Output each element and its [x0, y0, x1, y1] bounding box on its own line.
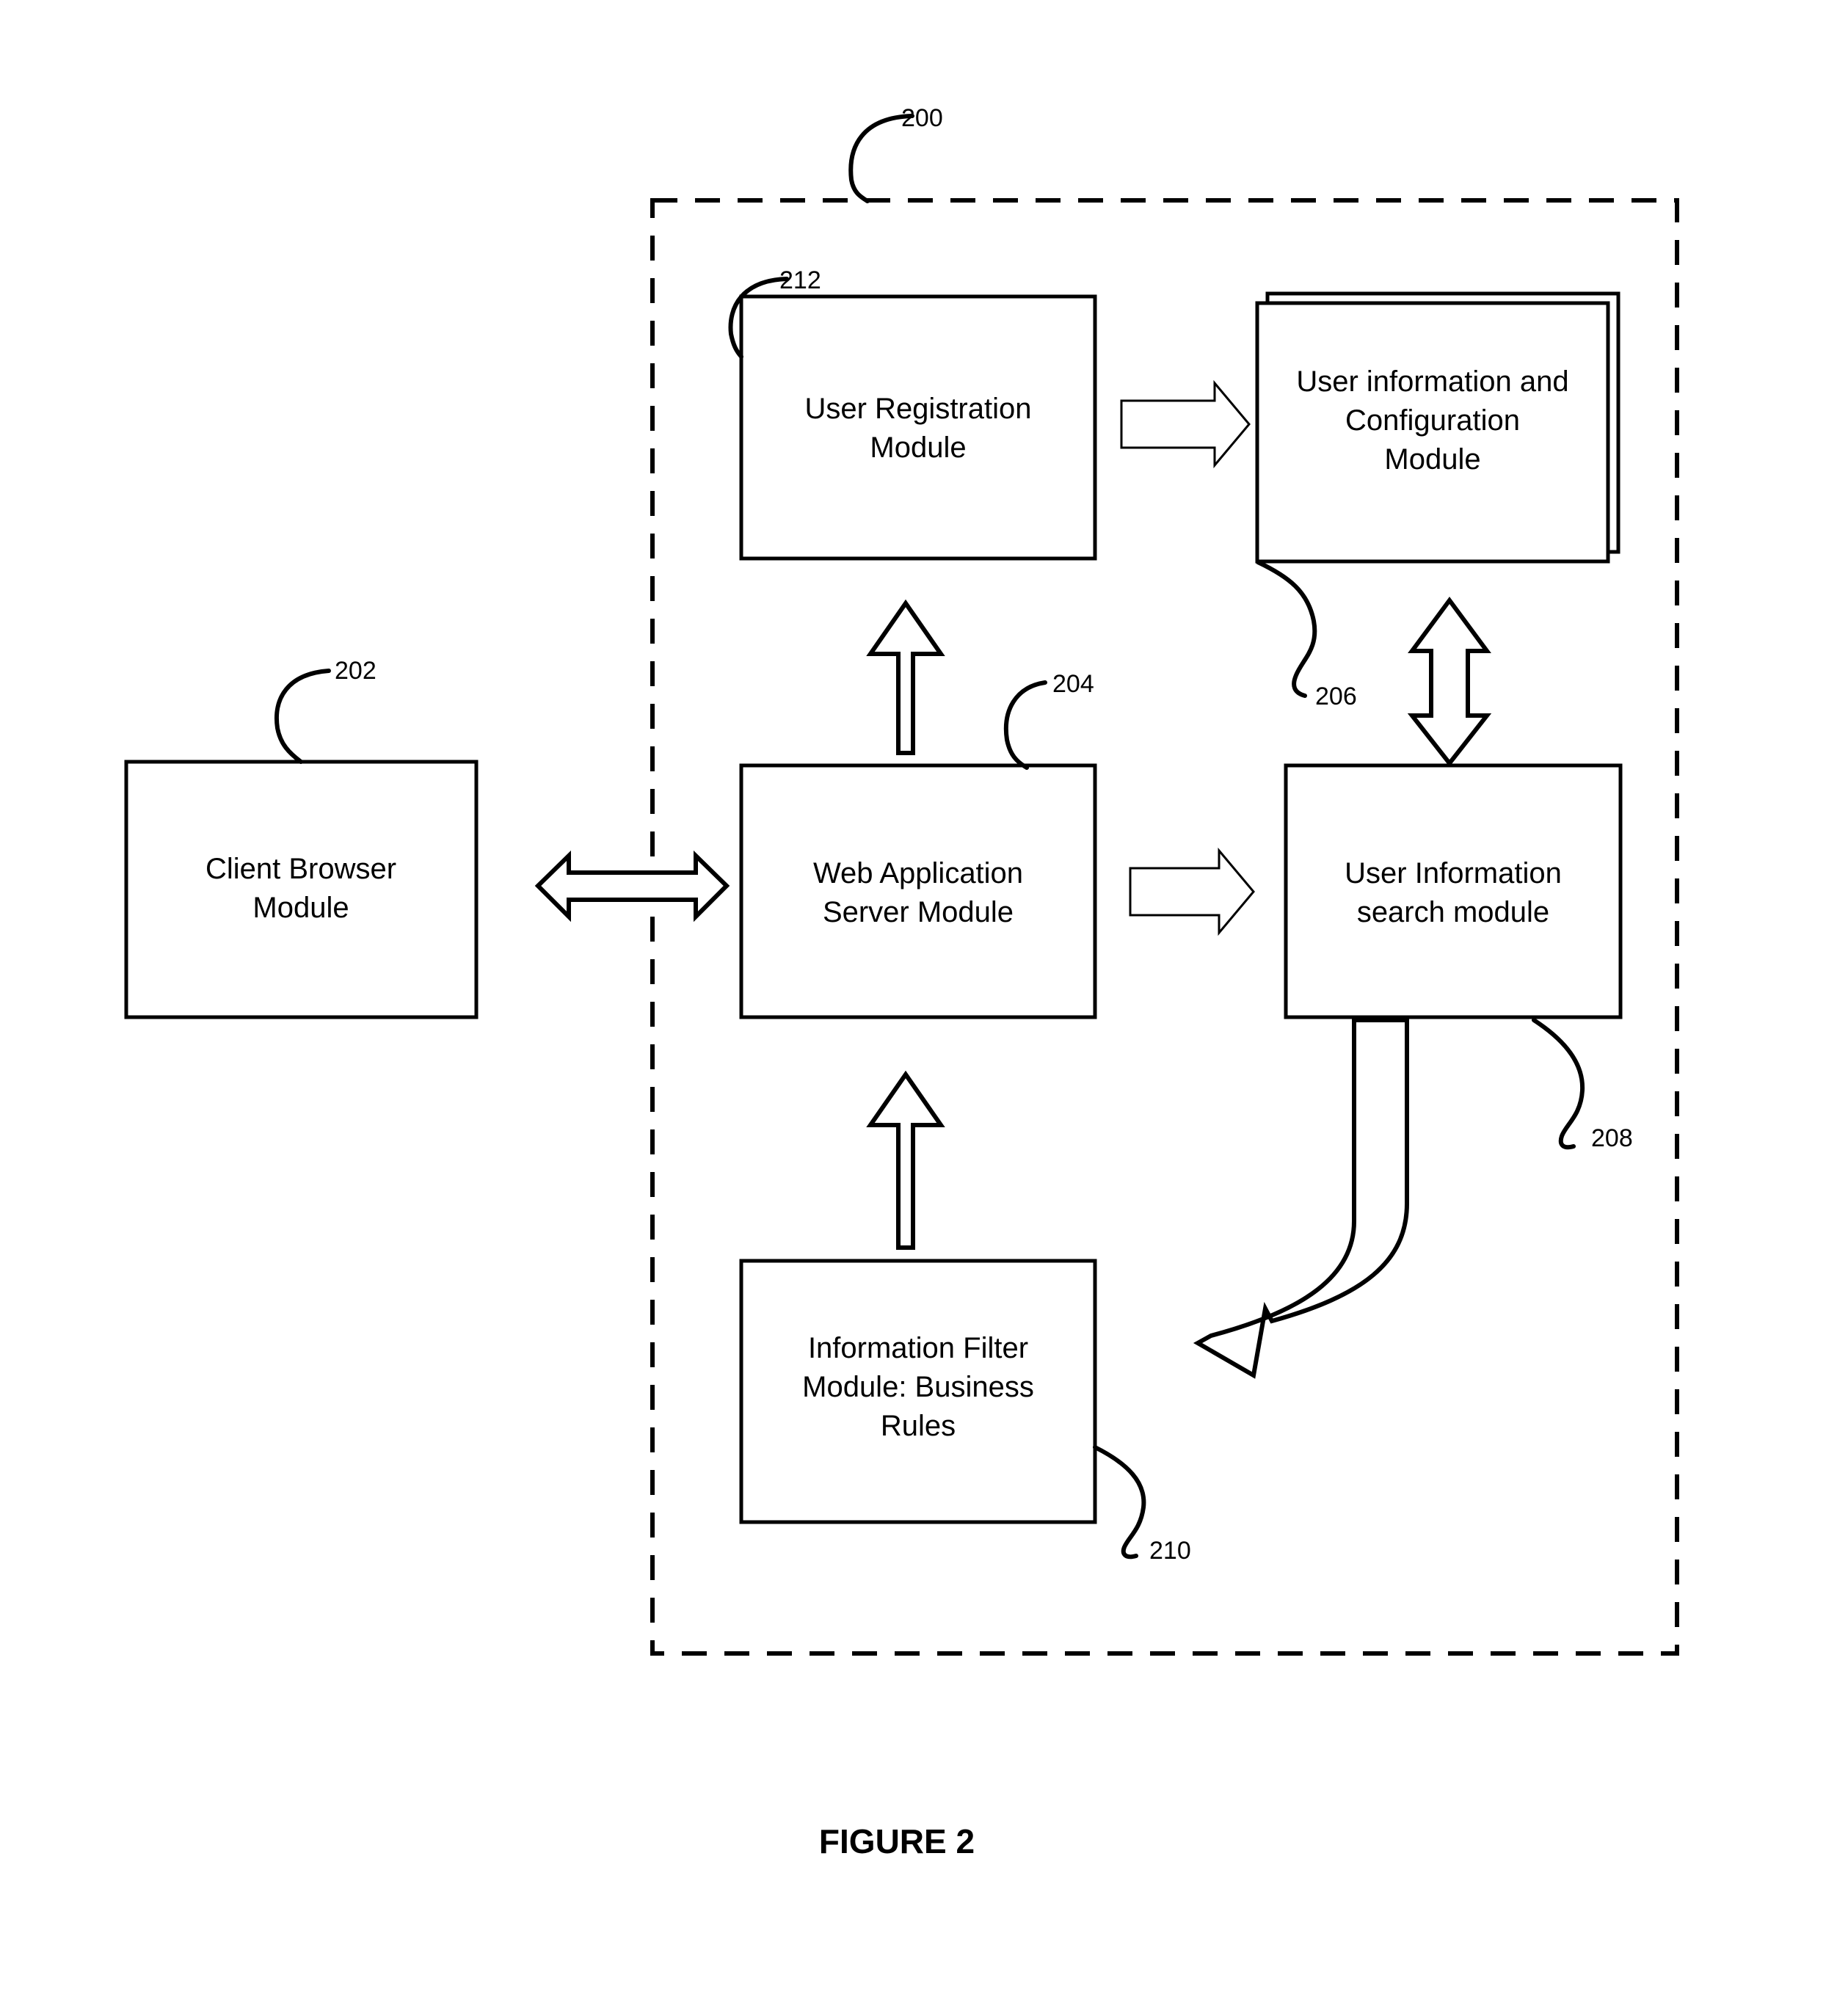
web-application-server-module-label-line2: Server Module [823, 896, 1014, 928]
ref-numeral-210: 210 [1149, 1537, 1191, 1565]
information-filter-module-label-line3: Rules [881, 1410, 956, 1442]
ref-numeral-200: 200 [901, 104, 943, 132]
user-registration-module-label-line1: User Registration [804, 393, 1031, 425]
user-registration-module-box[interactable] [739, 294, 1097, 561]
ref-numeral-204: 204 [1052, 670, 1094, 698]
arrow-web-server-to-search-module [1129, 847, 1255, 936]
ref-numeral-212: 212 [779, 266, 821, 294]
figure-2-diagram: 200 User Registration Module 212 User in… [124, 104, 1679, 1860]
leader-line-206 [1256, 560, 1317, 698]
leader-line-204 [1003, 680, 1047, 770]
web-application-server-module-label-line1: Web Application [813, 857, 1023, 889]
arrow-search-module-to-filter [1193, 1018, 1409, 1379]
user-information-configuration-module-label-line2: Configuration [1345, 404, 1520, 437]
information-filter-module-label-line2: Module: Business [802, 1371, 1034, 1403]
arrow-filter-to-web-server [866, 1070, 945, 1250]
client-browser-module-label-line1: Client Browser [205, 853, 396, 885]
ref-numeral-208: 208 [1591, 1124, 1633, 1152]
leader-line-202 [274, 669, 331, 764]
arrow-client-browser-to-web-server [534, 850, 730, 923]
user-information-configuration-module-label-line1: User information and [1296, 365, 1568, 398]
leader-line-208 [1532, 1018, 1585, 1150]
client-browser-module-label-line2: Module [252, 892, 349, 924]
user-information-search-module-label-line2: search module [1357, 896, 1549, 928]
web-application-server-module-box[interactable] [739, 763, 1097, 1019]
patent-figure-page: 200 User Registration Module 212 User in… [0, 0, 1837, 2016]
information-filter-module-label-line1: Information Filter [808, 1332, 1028, 1364]
ref-numeral-206: 206 [1315, 683, 1357, 710]
user-information-search-module-label-line1: User Information [1345, 857, 1562, 889]
arrow-web-server-to-user-registration [866, 599, 945, 755]
user-information-search-module-box[interactable] [1284, 763, 1623, 1019]
figure-caption: FIGURE 2 [819, 1822, 975, 1860]
user-information-configuration-module-label-line3: Module [1384, 443, 1480, 476]
arrow-user-registration-to-configuration [1120, 379, 1251, 469]
arrow-configuration-to-search-module [1407, 596, 1492, 767]
client-browser-module-box[interactable] [124, 760, 479, 1019]
ref-numeral-202: 202 [335, 657, 377, 685]
user-registration-module-label-line2: Module [870, 432, 966, 464]
leader-line-210 [1093, 1445, 1146, 1560]
